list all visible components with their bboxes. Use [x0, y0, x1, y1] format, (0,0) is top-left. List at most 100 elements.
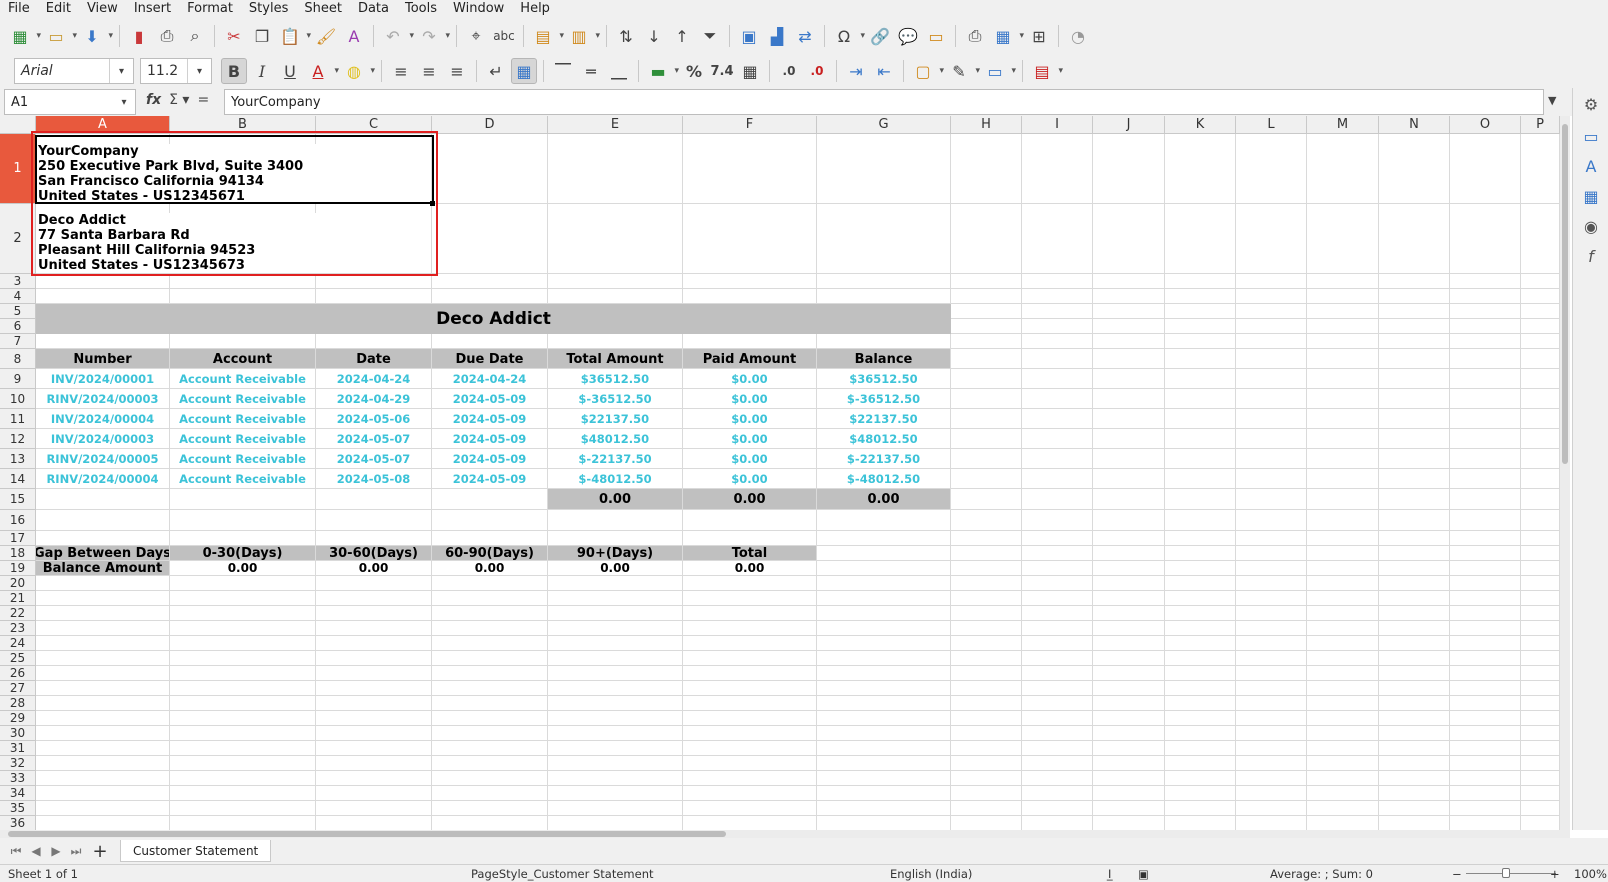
aging-value[interactable]: 0.00: [548, 561, 682, 575]
zoom-out-icon[interactable]: −: [1452, 867, 1462, 881]
find-replace-icon[interactable]: ⌖: [463, 23, 489, 49]
table-cell[interactable]: Account Receivable: [170, 429, 315, 448]
comment-icon[interactable]: 💬: [895, 23, 921, 49]
print-range-icon[interactable]: ⎙: [962, 23, 988, 49]
align-bottom-icon[interactable]: ⎽: [606, 58, 632, 84]
row-header-17[interactable]: 17: [0, 531, 36, 546]
new-document-icon[interactable]: ▦: [7, 23, 41, 49]
bold-icon[interactable]: B: [221, 58, 247, 84]
row-header-16[interactable]: 16: [0, 510, 36, 531]
table-cell[interactable]: $0.00: [683, 429, 816, 448]
increase-indent-icon[interactable]: ⇥: [843, 58, 869, 84]
underline-icon[interactable]: U: [277, 58, 303, 84]
date-format-icon[interactable]: ▦: [737, 58, 763, 84]
table-cell[interactable]: Account Receivable: [170, 469, 315, 488]
row-header-31[interactable]: 31: [0, 741, 36, 756]
table-cell[interactable]: $-22137.50: [817, 449, 950, 468]
table-cell[interactable]: $0.00: [683, 469, 816, 488]
row-header-13[interactable]: 13: [0, 449, 36, 469]
table-cell[interactable]: 2024-05-09: [432, 469, 547, 488]
add-sheet-icon[interactable]: +: [86, 841, 114, 862]
menu-insert[interactable]: Insert: [126, 0, 179, 18]
table-cell[interactable]: 2024-05-09: [432, 429, 547, 448]
row-header-29[interactable]: 29: [0, 711, 36, 726]
font-color-icon[interactable]: A: [305, 58, 339, 84]
aging-value[interactable]: 0.00: [432, 561, 547, 575]
column-header-m[interactable]: M: [1307, 116, 1379, 134]
aging-value[interactable]: 0.00: [683, 561, 816, 575]
table-cell[interactable]: 2024-04-24: [316, 369, 431, 388]
row-header-35[interactable]: 35: [0, 801, 36, 816]
copy-icon[interactable]: ❐: [249, 23, 275, 49]
table-cell[interactable]: $-36512.50: [548, 389, 682, 408]
column-header-j[interactable]: J: [1093, 116, 1165, 134]
table-cell[interactable]: $48012.50: [548, 429, 682, 448]
column-header-i[interactable]: I: [1022, 116, 1093, 134]
cut-icon[interactable]: ✂: [221, 23, 247, 49]
special-character-icon[interactable]: Ω: [831, 23, 865, 49]
table-cell[interactable]: $0.00: [683, 389, 816, 408]
aging-row-label[interactable]: Balance Amount: [36, 561, 169, 575]
row-header-22[interactable]: 22: [0, 606, 36, 621]
menu-view[interactable]: View: [79, 0, 126, 18]
expand-formula-icon[interactable]: ▼: [1548, 94, 1556, 107]
functions-icon[interactable]: f: [1579, 244, 1603, 268]
highlight-color-icon[interactable]: ◍: [341, 58, 375, 84]
print-preview-icon[interactable]: ⌕: [182, 23, 208, 49]
name-box[interactable]: A1 ▾: [4, 89, 136, 115]
chevron-down-icon[interactable]: ▾: [109, 59, 133, 83]
table-cell[interactable]: $22137.50: [548, 409, 682, 428]
row-header-9[interactable]: 9: [0, 369, 36, 389]
row-header-25[interactable]: 25: [0, 651, 36, 666]
zoom-slider[interactable]: [1466, 873, 1556, 874]
open-folder-icon[interactable]: ▭: [43, 23, 77, 49]
table-cell[interactable]: 2024-04-29: [316, 389, 431, 408]
total-cell[interactable]: 0.00: [548, 489, 682, 509]
table-header[interactable]: Number: [36, 349, 169, 368]
table-cell[interactable]: 2024-05-07: [316, 449, 431, 468]
sort-descending-icon[interactable]: ↑: [669, 23, 695, 49]
menu-window[interactable]: Window: [445, 0, 512, 18]
properties-icon[interactable]: ▭: [1579, 124, 1603, 148]
table-cell[interactable]: RINV/2024/00003: [36, 389, 169, 408]
undo-icon[interactable]: ↶: [380, 23, 414, 49]
column-header-e[interactable]: E: [548, 116, 683, 134]
zoom-in-icon[interactable]: +: [1550, 867, 1560, 881]
row-header-23[interactable]: 23: [0, 621, 36, 636]
row-header-36[interactable]: 36: [0, 816, 36, 830]
status-page-style[interactable]: PageStyle_Customer Statement: [471, 867, 654, 881]
sort-icon[interactable]: ⇅: [613, 23, 639, 49]
autofilter-icon[interactable]: ⏷: [697, 23, 723, 49]
align-right-icon[interactable]: ≡: [444, 58, 470, 84]
column-icon[interactable]: ▥: [566, 23, 600, 49]
status-zoom[interactable]: 100%: [1574, 867, 1607, 881]
align-middle-icon[interactable]: ═: [578, 58, 604, 84]
table-cell[interactable]: $-22137.50: [548, 449, 682, 468]
menu-edit[interactable]: Edit: [38, 0, 79, 18]
function-wizard-icon[interactable]: fx: [146, 92, 161, 108]
row-header-7[interactable]: 7: [0, 334, 36, 349]
table-cell[interactable]: $0.00: [683, 409, 816, 428]
export-pdf-icon[interactable]: ▮: [126, 23, 152, 49]
table-cell[interactable]: $0.00: [683, 369, 816, 388]
table-cell[interactable]: 2024-05-06: [316, 409, 431, 428]
table-header[interactable]: Due Date: [432, 349, 547, 368]
gallery-icon[interactable]: ▦: [1579, 184, 1603, 208]
aging-header[interactable]: 0-30(Days): [170, 546, 315, 560]
gear-icon[interactable]: ⚙: [1579, 92, 1603, 116]
status-language[interactable]: English (India): [890, 867, 972, 881]
table-cell[interactable]: $0.00: [683, 449, 816, 468]
table-cell[interactable]: INV/2024/00001: [36, 369, 169, 388]
table-header[interactable]: Date: [316, 349, 431, 368]
sum-icon[interactable]: Σ ▾: [169, 92, 189, 108]
last-sheet-icon[interactable]: ⏭: [66, 844, 86, 859]
column-header-n[interactable]: N: [1379, 116, 1450, 134]
table-header[interactable]: Total Amount: [548, 349, 682, 368]
menu-styles[interactable]: Styles: [241, 0, 296, 18]
hyperlink-icon[interactable]: 🔗: [867, 23, 893, 49]
styles-icon[interactable]: A: [1579, 154, 1603, 178]
tab-customer-statement[interactable]: Customer Statement: [120, 840, 272, 862]
row-header-24[interactable]: 24: [0, 636, 36, 651]
headers-footers-icon[interactable]: ▭: [923, 23, 949, 49]
selection-mode-icon[interactable]: I̲: [1108, 867, 1111, 881]
